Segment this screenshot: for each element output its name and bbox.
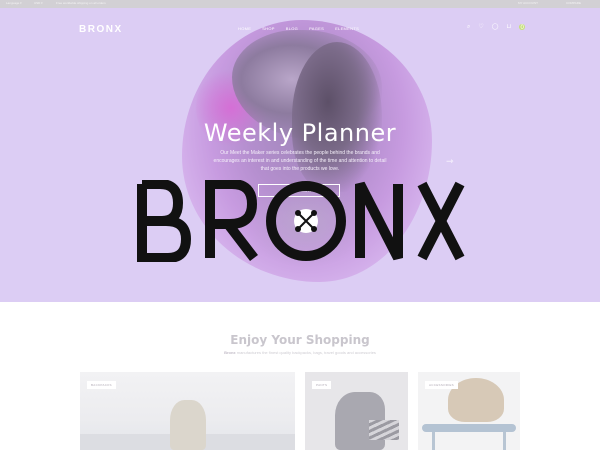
main-nav: HOME SHOP BLOG PAGES ELEMENTS — [238, 26, 359, 31]
heart-icon[interactable]: ♡ — [478, 23, 483, 31]
nav-item-pages[interactable]: PAGES — [309, 26, 324, 31]
brand-name: Bronx — [224, 350, 236, 355]
cart-icon[interactable]: ⊔ — [506, 23, 511, 31]
card-image-person — [170, 400, 206, 450]
compare-link[interactable]: COMPARE — [566, 1, 581, 6]
card-image-stool-legs — [432, 432, 506, 450]
logo-letter-x — [417, 181, 465, 261]
card-image-stool-seat — [422, 424, 516, 432]
top-bar: Language ▾ USD ▾ Free worldwide shipping… — [0, 0, 600, 8]
card-image-stripes — [369, 420, 399, 440]
language-selector[interactable]: Language ▾ — [6, 1, 22, 6]
logo-button-mark — [294, 209, 318, 233]
promo-text: Free worldwide shipping on all orders — [56, 1, 106, 5]
category-tag[interactable]: PANTS — [312, 381, 332, 389]
hero-description: Our Meet the Maker series celebrates the… — [213, 150, 387, 172]
category-card-pants[interactable]: PANTS — [305, 372, 408, 450]
my-account-link[interactable]: MY ACCOUNT — [518, 1, 538, 6]
logo-letter-r — [205, 180, 258, 262]
currency-selector[interactable]: USD ▾ — [34, 1, 43, 6]
bronx-overlay-logo — [137, 180, 465, 262]
logo-letter-n — [355, 181, 403, 261]
category-card-accessories[interactable]: ACCESSORIES — [418, 372, 520, 450]
cart-count-badge: 0 — [519, 24, 526, 31]
nav-item-blog[interactable]: BLOG — [286, 26, 298, 31]
hero-title: Weekly Planner — [203, 119, 397, 147]
section-title: Enjoy Your Shopping — [230, 333, 370, 347]
category-tag[interactable]: BACKPACKS — [87, 381, 116, 389]
nav-item-elements[interactable]: ELEMENTS — [335, 26, 359, 31]
category-tag[interactable]: ACCESSORIES — [425, 381, 458, 389]
slider-next-arrow-icon[interactable]: ⇾ — [446, 156, 454, 167]
logo-letter-b — [137, 180, 192, 262]
category-card-backpacks[interactable]: BACKPACKS — [80, 372, 295, 450]
header-icons: ⌕ ♡ ◯ ⊔ 0 — [467, 23, 526, 31]
user-icon[interactable]: ◯ — [492, 23, 499, 31]
section-description: Bronx manufactures the finest quality ba… — [0, 350, 600, 355]
search-icon[interactable]: ⌕ — [467, 23, 470, 31]
header-logo[interactable]: BRONX — [79, 24, 123, 35]
nav-item-shop[interactable]: SHOP — [262, 26, 275, 31]
section-description-text: manufactures the finest quality backpack… — [235, 350, 376, 355]
nav-item-home[interactable]: HOME — [238, 26, 251, 31]
